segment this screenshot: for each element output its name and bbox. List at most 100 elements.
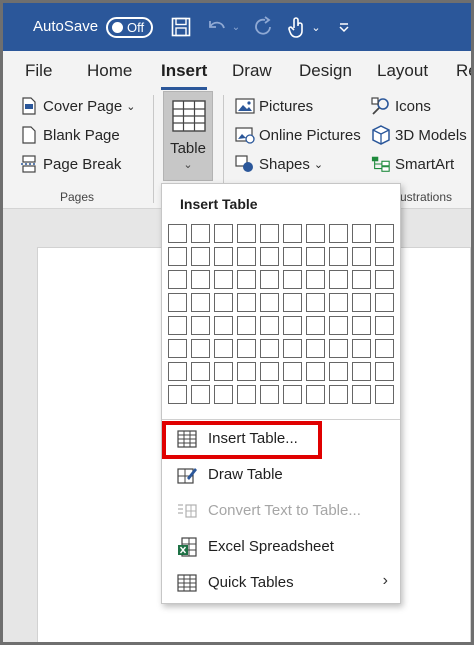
tab-file[interactable]: File (25, 61, 52, 81)
table-grid-cell[interactable] (352, 362, 371, 381)
table-grid-cell[interactable] (306, 316, 325, 335)
table-grid-cell[interactable] (260, 293, 279, 312)
table-grid-cell[interactable] (352, 270, 371, 289)
table-grid-cell[interactable] (191, 385, 210, 404)
table-grid-cell[interactable] (375, 362, 394, 381)
3d-models-button[interactable]: 3D Models (371, 123, 467, 147)
table-grid-cell[interactable] (191, 293, 210, 312)
tab-draw[interactable]: Draw (232, 61, 272, 81)
table-grid-cell[interactable] (329, 293, 348, 312)
table-grid-cell[interactable] (237, 270, 256, 289)
undo-dropdown-chevron-icon[interactable]: ⌄ (229, 15, 243, 39)
table-grid-cell[interactable] (283, 362, 302, 381)
table-size-grid[interactable] (168, 224, 398, 410)
page-break-button[interactable]: Page Break (19, 152, 121, 176)
table-grid-cell[interactable] (306, 385, 325, 404)
blank-page-button[interactable]: Blank Page (19, 123, 120, 147)
table-grid-cell[interactable] (214, 362, 233, 381)
table-grid-cell[interactable] (168, 247, 187, 266)
table-grid-cell[interactable] (283, 247, 302, 266)
shapes-button[interactable]: Shapes ⌄ (235, 152, 323, 176)
table-grid-cell[interactable] (214, 224, 233, 243)
table-grid-cell[interactable] (260, 270, 279, 289)
tab-home[interactable]: Home (87, 61, 132, 81)
table-grid-cell[interactable] (191, 270, 210, 289)
table-grid-cell[interactable] (329, 224, 348, 243)
table-grid-cell[interactable] (375, 293, 394, 312)
autosave-toggle[interactable]: Off (106, 17, 153, 38)
table-grid-cell[interactable] (168, 224, 187, 243)
table-grid-cell[interactable] (214, 293, 233, 312)
table-grid-cell[interactable] (375, 316, 394, 335)
table-grid-cell[interactable] (214, 247, 233, 266)
table-grid-cell[interactable] (191, 316, 210, 335)
table-grid-cell[interactable] (168, 385, 187, 404)
table-grid-cell[interactable] (283, 224, 302, 243)
table-grid-cell[interactable] (352, 293, 371, 312)
smartart-button[interactable]: SmartArt (371, 152, 454, 176)
table-grid-cell[interactable] (237, 247, 256, 266)
table-grid-cell[interactable] (237, 339, 256, 358)
customize-qat-icon[interactable] (335, 15, 353, 39)
table-grid-cell[interactable] (375, 385, 394, 404)
table-grid-cell[interactable] (306, 362, 325, 381)
touch-dropdown-chevron-icon[interactable]: ⌄ (309, 15, 323, 39)
touch-mode-icon[interactable] (285, 15, 309, 39)
table-grid-cell[interactable] (306, 293, 325, 312)
tab-insert[interactable]: Insert (161, 61, 207, 81)
table-grid-cell[interactable] (329, 316, 348, 335)
table-grid-cell[interactable] (168, 316, 187, 335)
undo-icon[interactable] (203, 15, 229, 39)
table-grid-cell[interactable] (375, 224, 394, 243)
excel-spreadsheet-menu-item[interactable]: Excel Spreadsheet (162, 530, 400, 564)
table-grid-cell[interactable] (306, 224, 325, 243)
table-grid-cell[interactable] (214, 316, 233, 335)
table-button[interactable]: Table ⌄ (163, 91, 213, 181)
table-grid-cell[interactable] (237, 385, 256, 404)
table-grid-cell[interactable] (191, 224, 210, 243)
save-icon[interactable] (168, 15, 194, 39)
table-grid-cell[interactable] (191, 247, 210, 266)
table-grid-cell[interactable] (260, 339, 279, 358)
online-pictures-button[interactable]: Online Pictures (235, 123, 361, 147)
table-grid-cell[interactable] (191, 362, 210, 381)
table-grid-cell[interactable] (352, 247, 371, 266)
tab-design[interactable]: Design (299, 61, 352, 81)
table-grid-cell[interactable] (260, 362, 279, 381)
table-grid-cell[interactable] (191, 339, 210, 358)
table-grid-cell[interactable] (329, 339, 348, 358)
table-grid-cell[interactable] (168, 293, 187, 312)
table-grid-cell[interactable] (306, 270, 325, 289)
table-grid-cell[interactable] (352, 316, 371, 335)
table-grid-cell[interactable] (306, 339, 325, 358)
quick-tables-menu-item[interactable]: Quick Tables › (162, 566, 400, 600)
table-grid-cell[interactable] (283, 270, 302, 289)
draw-table-menu-item[interactable]: Draw Table (162, 458, 400, 492)
table-grid-cell[interactable] (237, 316, 256, 335)
pictures-button[interactable]: Pictures (235, 94, 313, 118)
table-grid-cell[interactable] (237, 293, 256, 312)
table-grid-cell[interactable] (329, 247, 348, 266)
table-grid-cell[interactable] (375, 270, 394, 289)
table-grid-cell[interactable] (237, 224, 256, 243)
table-grid-cell[interactable] (168, 270, 187, 289)
table-grid-cell[interactable] (260, 247, 279, 266)
icons-button[interactable]: Icons (371, 94, 431, 118)
table-grid-cell[interactable] (260, 316, 279, 335)
tab-layout[interactable]: Layout (377, 61, 428, 81)
table-grid-cell[interactable] (168, 339, 187, 358)
table-grid-cell[interactable] (329, 385, 348, 404)
table-grid-cell[interactable] (237, 362, 256, 381)
table-grid-cell[interactable] (260, 224, 279, 243)
table-grid-cell[interactable] (283, 316, 302, 335)
table-grid-cell[interactable] (283, 385, 302, 404)
cover-page-button[interactable]: Cover Page ⌄ (19, 94, 135, 118)
table-grid-cell[interactable] (214, 339, 233, 358)
table-grid-cell[interactable] (283, 293, 302, 312)
table-grid-cell[interactable] (306, 247, 325, 266)
table-grid-cell[interactable] (168, 362, 187, 381)
table-grid-cell[interactable] (375, 247, 394, 266)
table-grid-cell[interactable] (214, 270, 233, 289)
tab-references[interactable]: Re (456, 61, 471, 81)
table-grid-cell[interactable] (260, 385, 279, 404)
